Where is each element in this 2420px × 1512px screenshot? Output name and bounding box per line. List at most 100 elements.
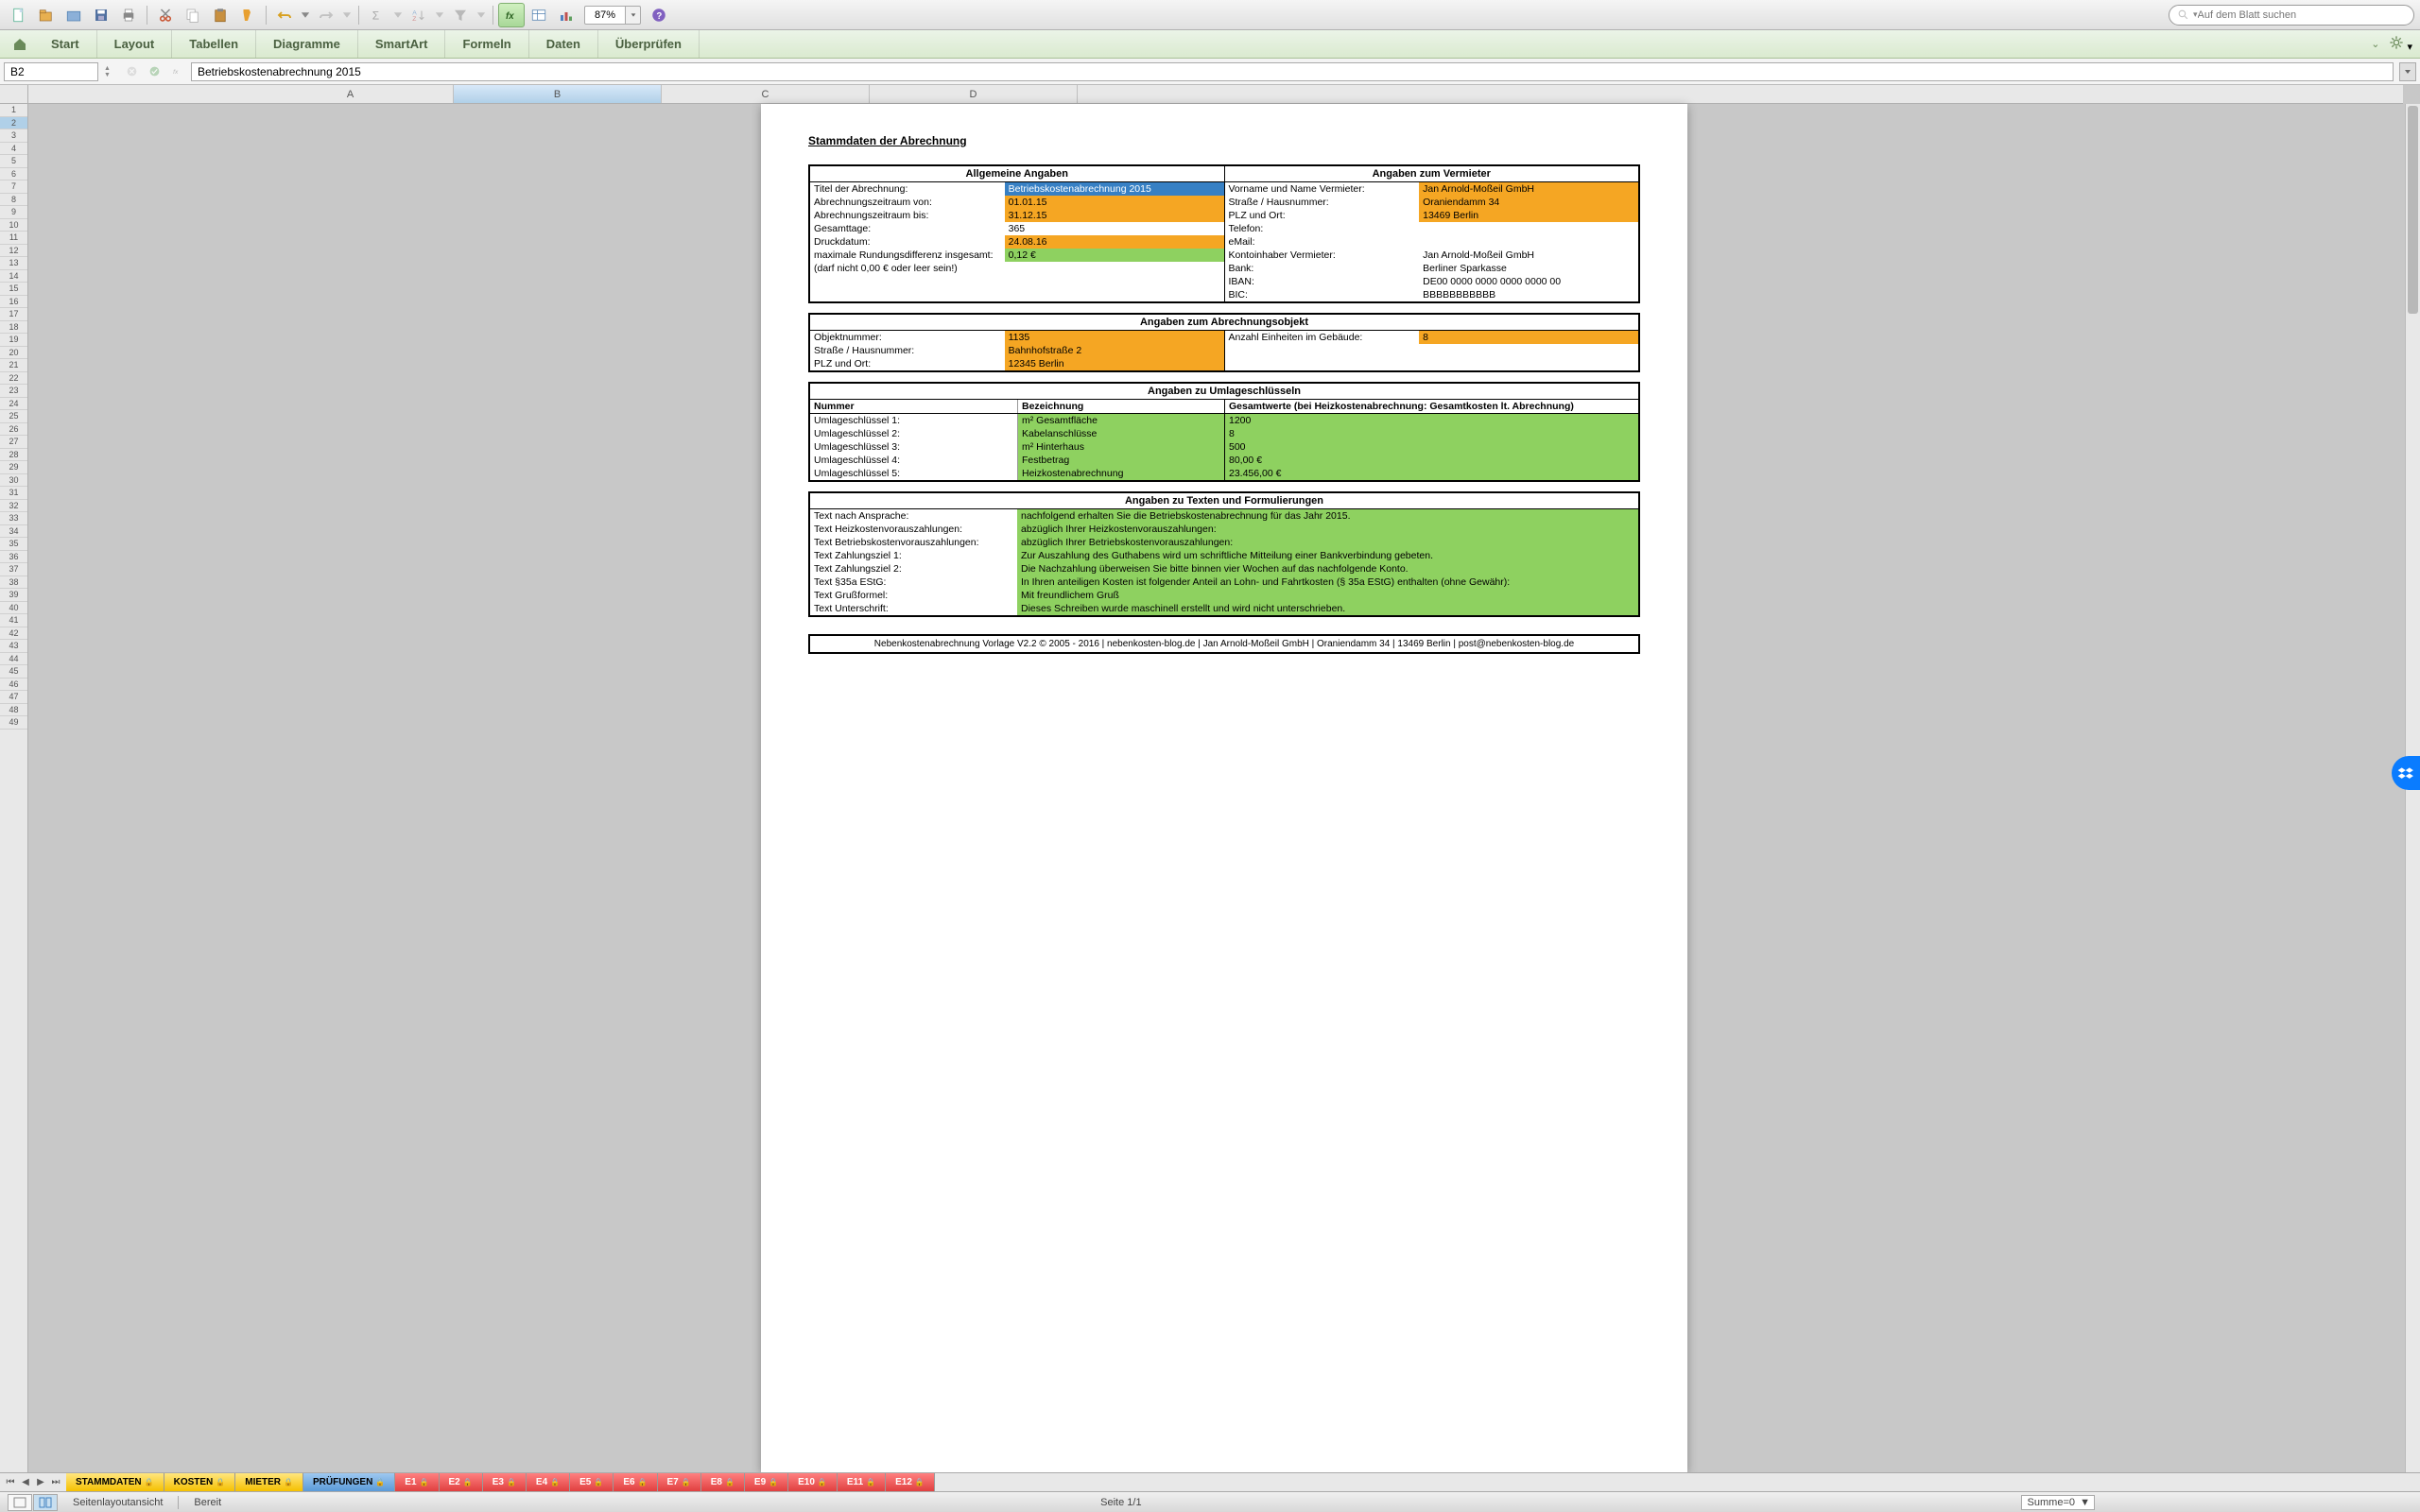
copy-icon[interactable]: [180, 3, 206, 27]
ribbon-tab-smartart[interactable]: SmartArt: [358, 30, 446, 58]
row-28[interactable]: 28: [0, 449, 27, 462]
save-icon[interactable]: [88, 3, 114, 27]
row-4[interactable]: 4: [0, 143, 27, 156]
ribbon-gear-icon[interactable]: ▾: [2389, 35, 2412, 53]
row-27[interactable]: 27: [0, 436, 27, 449]
row-36[interactable]: 36: [0, 551, 27, 564]
sheet-last-icon[interactable]: ⏭: [49, 1476, 62, 1489]
select-all-corner[interactable]: [0, 85, 28, 104]
row-15[interactable]: 15: [0, 283, 27, 296]
zoom-dropdown-icon[interactable]: [626, 6, 641, 25]
row-9[interactable]: 9: [0, 206, 27, 219]
sheet-next-icon[interactable]: ▶: [34, 1476, 47, 1489]
zoom-control[interactable]: 87%: [584, 6, 641, 25]
home-icon[interactable]: [6, 30, 34, 58]
row-1[interactable]: 1: [0, 104, 27, 117]
row-48[interactable]: 48: [0, 704, 27, 717]
sheet-tab-KOSTEN[interactable]: KOSTEN🔒: [164, 1473, 236, 1491]
row-49[interactable]: 49: [0, 716, 27, 730]
row-24[interactable]: 24: [0, 398, 27, 411]
row-19[interactable]: 19: [0, 334, 27, 347]
accept-formula-icon[interactable]: [146, 63, 163, 80]
format-painter-icon[interactable]: [234, 3, 261, 27]
cut-icon[interactable]: [152, 3, 179, 27]
row-11[interactable]: 11: [0, 232, 27, 245]
col-B[interactable]: B: [454, 85, 662, 103]
redo-dropdown-icon[interactable]: [340, 3, 354, 27]
filter-dropdown-icon[interactable]: [475, 3, 488, 27]
undo-dropdown-icon[interactable]: [299, 3, 312, 27]
sheet-tab-E10[interactable]: E10🔒: [788, 1473, 838, 1491]
row-3[interactable]: 3: [0, 129, 27, 143]
row-30[interactable]: 30: [0, 474, 27, 488]
row-13[interactable]: 13: [0, 257, 27, 270]
open-icon[interactable]: [33, 3, 60, 27]
column-headers[interactable]: A B C D: [28, 85, 2403, 104]
row-40[interactable]: 40: [0, 602, 27, 615]
sort-dropdown-icon[interactable]: [433, 3, 446, 27]
view-pagelayout-icon[interactable]: [33, 1494, 58, 1511]
row-14[interactable]: 14: [0, 270, 27, 284]
row-20[interactable]: 20: [0, 347, 27, 360]
row-7[interactable]: 7: [0, 180, 27, 194]
row-32[interactable]: 32: [0, 500, 27, 513]
ribbon-tab-diagramme[interactable]: Diagramme: [256, 30, 358, 58]
sheet-prev-icon[interactable]: ◀: [19, 1476, 32, 1489]
row-26[interactable]: 26: [0, 423, 27, 437]
redo-icon[interactable]: [313, 3, 339, 27]
ribbon-tab-layout[interactable]: Layout: [97, 30, 173, 58]
row-41[interactable]: 41: [0, 614, 27, 627]
sheet-tab-E9[interactable]: E9🔒: [745, 1473, 788, 1491]
row-12[interactable]: 12: [0, 245, 27, 258]
autosum-dropdown-icon[interactable]: [391, 3, 405, 27]
row-38[interactable]: 38: [0, 576, 27, 590]
sheet-tab-E3[interactable]: E3🔒: [483, 1473, 527, 1491]
col-A[interactable]: A: [248, 85, 454, 103]
row-45[interactable]: 45: [0, 665, 27, 679]
col-C[interactable]: C: [662, 85, 870, 103]
row-46[interactable]: 46: [0, 679, 27, 692]
sheet-tab-E2[interactable]: E2🔒: [440, 1473, 483, 1491]
search-box[interactable]: ▾: [2169, 5, 2414, 26]
sheet-tab-MIETER[interactable]: MIETER🔒: [235, 1473, 303, 1491]
row-22[interactable]: 22: [0, 372, 27, 386]
row-37[interactable]: 37: [0, 563, 27, 576]
row-18[interactable]: 18: [0, 321, 27, 335]
sheet-tab-E1[interactable]: E1🔒: [395, 1473, 439, 1491]
row-5[interactable]: 5: [0, 155, 27, 168]
ribbon-collapse-icon[interactable]: ⌄: [2371, 38, 2379, 50]
sheet-tab-E4[interactable]: E4🔒: [527, 1473, 570, 1491]
folder-icon[interactable]: [60, 3, 87, 27]
row-16[interactable]: 16: [0, 296, 27, 309]
view-normal-icon[interactable]: [8, 1494, 32, 1511]
sheet-tab-E8[interactable]: E8🔒: [701, 1473, 745, 1491]
col-D[interactable]: D: [870, 85, 1078, 103]
row-47[interactable]: 47: [0, 691, 27, 704]
row-35[interactable]: 35: [0, 538, 27, 551]
name-box[interactable]: B2: [4, 62, 98, 81]
ribbon-tab-start[interactable]: Start: [34, 30, 97, 58]
row-headers[interactable]: 1234567891011121314151617181920212223242…: [0, 85, 28, 1472]
sheet-tab-E6[interactable]: E6🔒: [614, 1473, 657, 1491]
row-29[interactable]: 29: [0, 461, 27, 474]
show-formulas-icon[interactable]: [526, 3, 552, 27]
sheet-tab-E5[interactable]: E5🔒: [570, 1473, 614, 1491]
fx-icon[interactable]: fx: [498, 3, 525, 27]
formula-input[interactable]: Betriebskostenabrechnung 2015: [191, 62, 2394, 81]
row-34[interactable]: 34: [0, 525, 27, 539]
row-31[interactable]: 31: [0, 487, 27, 500]
sheet-tab-E12[interactable]: E12🔒: [886, 1473, 935, 1491]
ribbon-tab-formeln[interactable]: Formeln: [445, 30, 528, 58]
row-43[interactable]: 43: [0, 640, 27, 653]
ribbon-tab-daten[interactable]: Daten: [529, 30, 598, 58]
fx-mini-icon[interactable]: fx: [168, 63, 185, 80]
autosum-icon[interactable]: Σ: [364, 3, 390, 27]
sheet-tab-E11[interactable]: E11🔒: [838, 1473, 886, 1491]
formula-expand-icon[interactable]: [2399, 62, 2416, 81]
row-33[interactable]: 33: [0, 512, 27, 525]
dropbox-badge-icon[interactable]: [2392, 756, 2420, 790]
row-2[interactable]: 2: [0, 117, 27, 130]
row-25[interactable]: 25: [0, 410, 27, 423]
row-42[interactable]: 42: [0, 627, 27, 641]
print-icon[interactable]: [115, 3, 142, 27]
